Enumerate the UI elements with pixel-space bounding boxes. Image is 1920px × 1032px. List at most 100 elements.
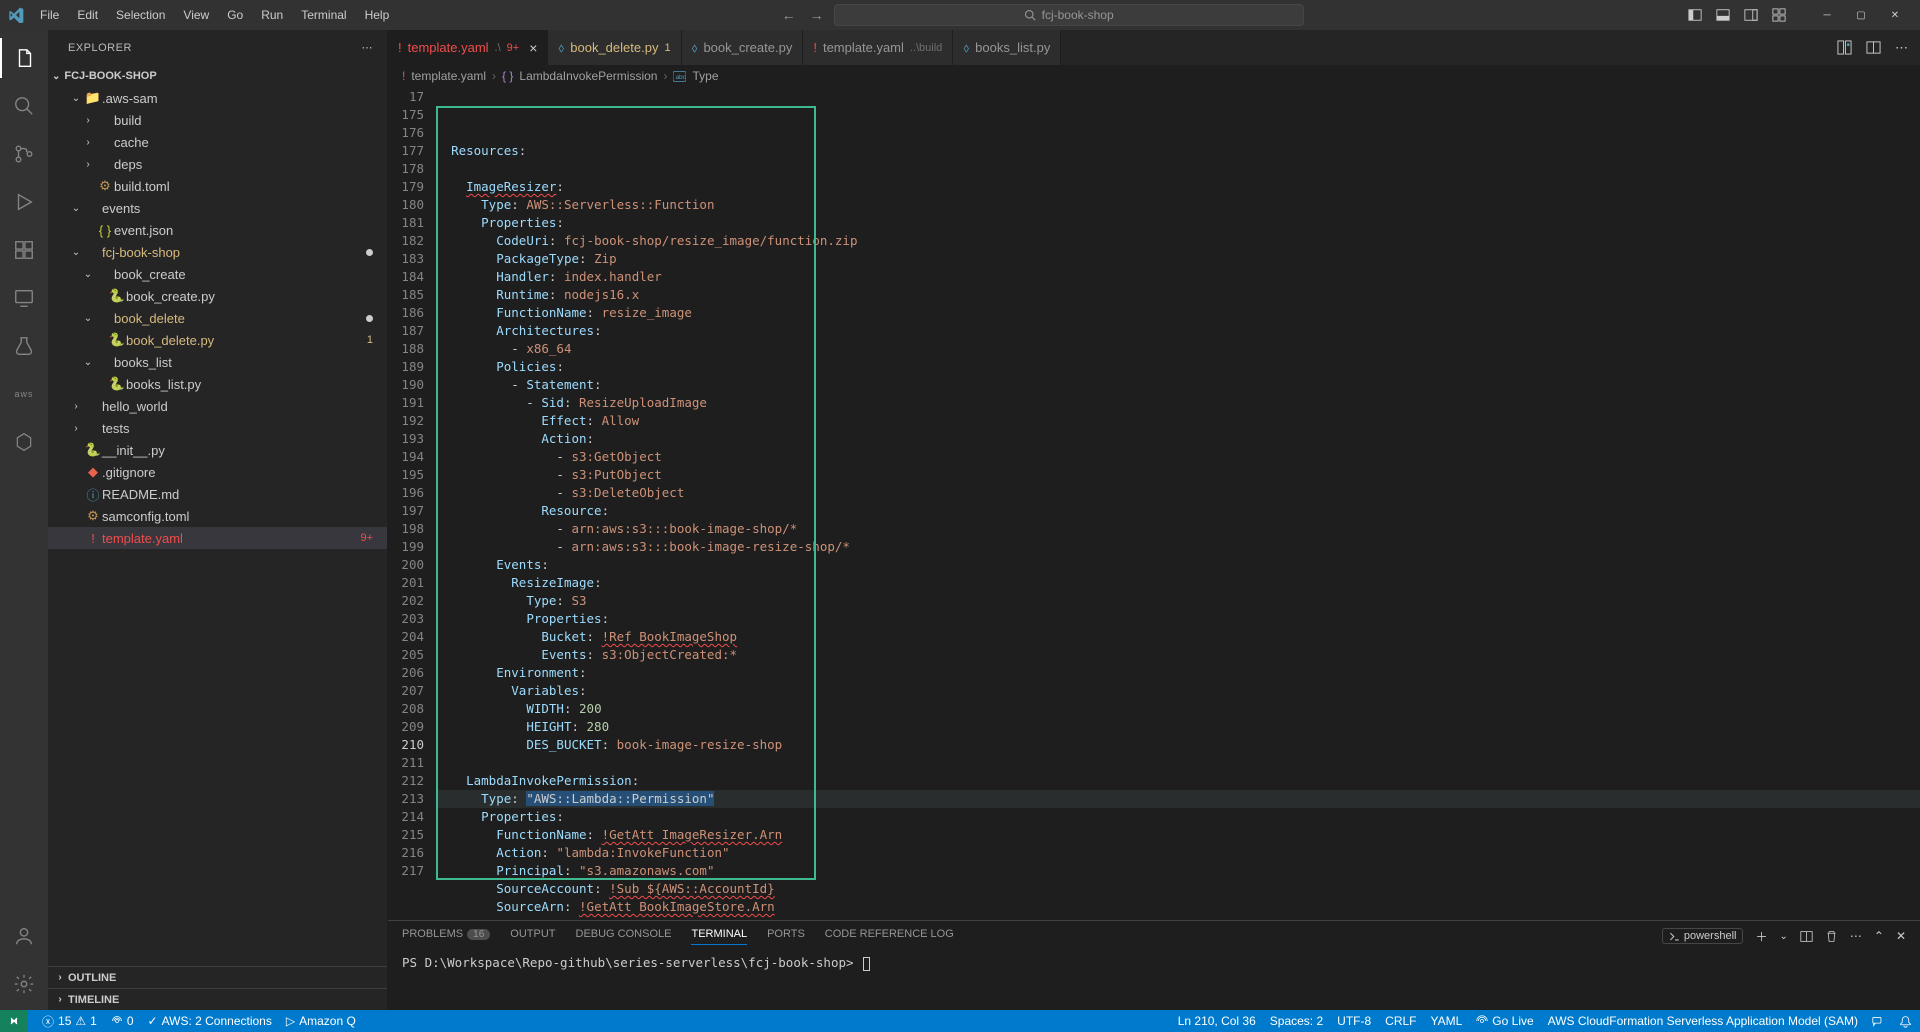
panel-more-icon[interactable]: ⋯ (1850, 929, 1862, 943)
panel-tab-debug-console[interactable]: DEBUG CONSOLE (576, 928, 672, 944)
tree-item-tests[interactable]: ›tests (48, 417, 387, 439)
terminal-dropdown-icon[interactable]: ⌄ (1779, 931, 1787, 942)
account-icon[interactable] (0, 916, 48, 956)
tree-item--aws-sam[interactable]: ⌄📁.aws-sam (48, 87, 387, 109)
new-terminal-icon[interactable]: ＋ (1755, 928, 1767, 945)
tree-item-template-yaml[interactable]: !template.yaml9+ (48, 527, 387, 549)
panel-tab-code-reference-log[interactable]: CODE REFERENCE LOG (825, 928, 954, 944)
breadcrumb[interactable]: ! template.yaml › { } LambdaInvokePermis… (388, 65, 1920, 87)
project-header[interactable]: ⌄FCJ-BOOK-SHOP (48, 65, 387, 87)
status-golive[interactable]: Go Live (1476, 1014, 1533, 1028)
explorer-more-icon[interactable]: ⋯ (362, 41, 374, 54)
code-editor[interactable]: 1717517617717817918018118218318418518618… (388, 87, 1920, 920)
split-terminal-icon[interactable] (1800, 930, 1813, 943)
status-amazonq[interactable]: ▷Amazon Q (286, 1014, 356, 1028)
status-spaces[interactable]: Spaces: 2 (1270, 1014, 1323, 1028)
title-bar: FileEditSelectionViewGoRunTerminalHelp ←… (0, 0, 1920, 30)
tab-book-delete-py[interactable]: ⬨book_delete.py 1 (548, 30, 681, 65)
settings-gear-icon[interactable] (0, 964, 48, 1004)
command-center[interactable]: fcj-book-shop (834, 4, 1304, 26)
layout-sidebar-right-icon[interactable] (1744, 8, 1758, 22)
source-control-icon[interactable] (0, 134, 48, 174)
layout-panel-icon[interactable] (1716, 8, 1730, 22)
tree-item-book-create-py[interactable]: 🐍book_create.py (48, 285, 387, 307)
tree-item-books-list[interactable]: ⌄books_list (48, 351, 387, 373)
nav-back[interactable]: ← (782, 7, 796, 23)
terminal-content[interactable]: PS D:\Workspace\Repo-github\series-serve… (388, 951, 1920, 975)
status-aws[interactable]: ✓AWS: 2 Connections (148, 1014, 272, 1028)
layout-sidebar-left-icon[interactable] (1688, 8, 1702, 22)
menu-selection[interactable]: Selection (108, 4, 173, 26)
status-cursor[interactable]: Ln 210, Col 36 (1178, 1014, 1256, 1028)
tree-item-samconfig-toml[interactable]: ⚙samconfig.toml (48, 505, 387, 527)
tree-item-books-list-py[interactable]: 🐍books_list.py (48, 373, 387, 395)
open-changes-icon[interactable] (1837, 40, 1852, 55)
terminal-cursor (863, 957, 870, 971)
tab-template-yaml[interactable]: !template.yaml .\ 9+× (388, 30, 548, 65)
tab-books-list-py[interactable]: ⬨books_list.py (953, 30, 1061, 65)
explorer-icon[interactable] (0, 38, 48, 78)
panel-tab-ports[interactable]: PORTS (767, 928, 805, 944)
tree-item-book-create[interactable]: ⌄book_create (48, 263, 387, 285)
symbol-string-icon: abc (673, 71, 686, 82)
remote-indicator[interactable] (0, 1010, 28, 1032)
menu-view[interactable]: View (175, 4, 217, 26)
maximize-panel-icon[interactable]: ⌃ (1874, 929, 1884, 943)
tree-item---init---py[interactable]: 🐍__init__.py (48, 439, 387, 461)
tree-item-book-delete[interactable]: ⌄book_delete (48, 307, 387, 329)
menu-edit[interactable]: Edit (69, 4, 106, 26)
activity-bar: aws (0, 30, 48, 1010)
status-feedback-icon[interactable] (1872, 1015, 1885, 1028)
tree-item-hello-world[interactable]: ›hello_world (48, 395, 387, 417)
status-eol[interactable]: CRLF (1385, 1014, 1416, 1028)
tree-item-deps[interactable]: ›deps (48, 153, 387, 175)
panel-tab-terminal[interactable]: TERMINAL (691, 928, 747, 945)
kill-terminal-icon[interactable] (1825, 930, 1838, 943)
tab-book-create-py[interactable]: ⬨book_create.py (682, 30, 804, 65)
tree-item-events[interactable]: ⌄events (48, 197, 387, 219)
menu-file[interactable]: File (32, 4, 67, 26)
close-icon[interactable]: × (529, 40, 537, 56)
tree-item-fcj-book-shop[interactable]: ⌄fcj-book-shop (48, 241, 387, 263)
terminal-shell-selector[interactable]: powershell (1662, 928, 1744, 944)
status-errors[interactable]: ⓧ15⚠1 (42, 1013, 97, 1030)
tab-template-yaml[interactable]: !template.yaml ..\build (803, 30, 953, 65)
nav-forward[interactable]: → (810, 7, 824, 23)
tree-item-readme-md[interactable]: ⓘREADME.md (48, 483, 387, 505)
tree-item-build-toml[interactable]: ⚙build.toml (48, 175, 387, 197)
status-encoding[interactable]: UTF-8 (1337, 1014, 1371, 1028)
panel-tab-output[interactable]: OUTPUT (510, 928, 555, 944)
amazon-q-icon[interactable] (0, 422, 48, 462)
tree-item-book-delete-py[interactable]: 🐍book_delete.py1 (48, 329, 387, 351)
status-ports[interactable]: 0 (111, 1014, 134, 1028)
remote-explorer-icon[interactable] (0, 278, 48, 318)
explorer-title: EXPLORER (68, 42, 132, 54)
window-minimize[interactable]: ─ (1810, 0, 1844, 30)
status-bell-icon[interactable] (1899, 1015, 1912, 1028)
tree-item-build[interactable]: ›build (48, 109, 387, 131)
status-sam[interactable]: AWS CloudFormation Serverless Applicatio… (1548, 1014, 1858, 1028)
outline-section[interactable]: ›OUTLINE (48, 966, 387, 988)
close-panel-icon[interactable]: ✕ (1896, 929, 1906, 943)
extensions-icon[interactable] (0, 230, 48, 270)
tree-item--gitignore[interactable]: ◆.gitignore (48, 461, 387, 483)
window-maximize[interactable]: ▢ (1844, 0, 1878, 30)
tab-more-icon[interactable]: ⋯ (1895, 40, 1908, 56)
status-language[interactable]: YAML (1431, 1014, 1463, 1028)
search-icon[interactable] (0, 86, 48, 126)
run-debug-icon[interactable] (0, 182, 48, 222)
menu-run[interactable]: Run (253, 4, 291, 26)
aws-toolkit-icon[interactable]: aws (0, 374, 48, 414)
tree-item-event-json[interactable]: { }event.json (48, 219, 387, 241)
window-close[interactable]: ✕ (1878, 0, 1912, 30)
timeline-section[interactable]: ›TIMELINE (48, 988, 387, 1010)
testing-icon[interactable] (0, 326, 48, 366)
menu-terminal[interactable]: Terminal (293, 4, 354, 26)
panel-tab-problems[interactable]: PROBLEMS16 (402, 928, 490, 944)
menu-go[interactable]: Go (219, 4, 251, 26)
menu-help[interactable]: Help (357, 4, 398, 26)
split-editor-icon[interactable] (1866, 40, 1881, 55)
svg-text:abc: abc (676, 73, 687, 80)
tree-item-cache[interactable]: ›cache (48, 131, 387, 153)
customize-layout-icon[interactable] (1772, 8, 1786, 22)
